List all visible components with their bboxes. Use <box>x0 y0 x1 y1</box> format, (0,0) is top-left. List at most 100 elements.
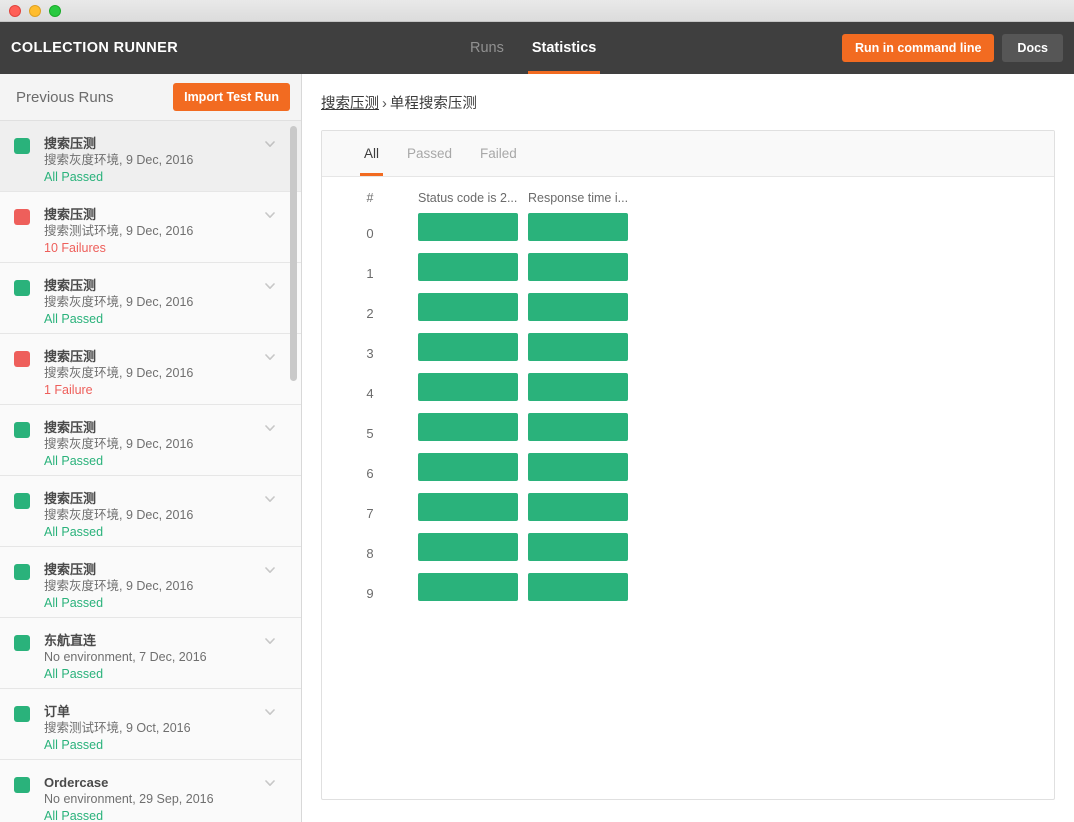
assertion-cell-response-time[interactable] <box>528 453 638 493</box>
table-row[interactable]: 4 <box>322 373 638 413</box>
table-row[interactable]: 7 <box>322 493 638 533</box>
results-filter-tabs: All Passed Failed <box>322 131 1054 177</box>
assertion-cell-response-time[interactable] <box>528 373 638 413</box>
nav-tab-runs[interactable]: Runs <box>470 22 504 74</box>
table-row[interactable]: 3 <box>322 333 638 373</box>
run-status-indicator <box>14 280 30 296</box>
row-index-cell: 8 <box>366 545 374 561</box>
breadcrumb: 搜索压测 › 单程搜索压测 <box>321 92 1074 113</box>
run-in-command-line-button[interactable]: Run in command line <box>842 34 995 62</box>
assertion-cell-response-time[interactable] <box>528 213 638 253</box>
collection-runner-window: COLLECTION RUNNER Runs Statistics Run in… <box>0 0 1074 822</box>
table-row[interactable]: 6 <box>322 453 638 493</box>
run-item-name: Ordercase <box>44 775 109 790</box>
breadcrumb-separator: › <box>382 96 387 112</box>
assertion-result-bar <box>418 493 518 521</box>
chevron-down-icon[interactable] <box>263 350 277 364</box>
run-list-item[interactable]: Ordercase No environment, 29 Sep, 2016 All… <box>0 760 301 822</box>
run-item-body: 搜索压测 搜索灰度环境, 9 Dec, 2016 All Passed <box>44 490 263 541</box>
assertion-cell-status-code[interactable] <box>418 293 528 333</box>
assertion-cell-response-time[interactable] <box>528 253 638 293</box>
assertion-cell-status-code[interactable] <box>418 413 528 453</box>
assertion-cell-response-time[interactable] <box>528 493 638 533</box>
assertion-cell-status-code[interactable] <box>418 493 528 533</box>
traffic-light-group <box>9 4 61 17</box>
assertion-result-bar <box>418 333 518 361</box>
assertion-result-bar <box>418 573 518 601</box>
assertion-cell-status-code[interactable] <box>418 213 528 253</box>
run-item-result: All Passed <box>44 525 104 539</box>
tab-all-label: All <box>364 146 380 161</box>
tab-failed[interactable]: Failed <box>466 131 531 176</box>
table-row[interactable]: 5 <box>322 413 638 453</box>
run-list-item[interactable]: 搜索压测 搜索灰度环境, 9 Dec, 2016 1 Failure <box>0 334 301 405</box>
run-status-indicator <box>14 422 30 438</box>
assertion-cell-response-time[interactable] <box>528 573 638 613</box>
chevron-down-icon[interactable] <box>263 492 277 506</box>
assertion-result-bar <box>418 213 518 241</box>
table-row[interactable]: 0 <box>322 213 638 253</box>
row-index-cell: 7 <box>366 505 374 521</box>
docs-button[interactable]: Docs <box>1002 34 1063 62</box>
assertion-cell-response-time[interactable] <box>528 333 638 373</box>
chevron-down-icon[interactable] <box>263 279 277 293</box>
run-item-meta: 搜索灰度环境, 9 Dec, 2016 <box>44 508 194 522</box>
run-list-item[interactable]: 搜索压测 搜索灰度环境, 9 Dec, 2016 All Passed <box>0 263 301 334</box>
chevron-down-icon[interactable] <box>263 208 277 222</box>
sidebar-scrollbar-track[interactable] <box>290 122 297 822</box>
chevron-down-icon[interactable] <box>263 776 277 790</box>
run-list-item[interactable]: 搜索压测 搜索测试环境, 9 Dec, 2016 10 Failures <box>0 192 301 263</box>
table-row[interactable]: 1 <box>322 253 638 293</box>
table-row[interactable]: 8 <box>322 533 638 573</box>
assertion-cell-status-code[interactable] <box>418 373 528 413</box>
assertion-cell-status-code[interactable] <box>418 533 528 573</box>
run-list-item[interactable]: 搜索压测搜索灰度环境, 9 Dec, 2016 All Passed <box>0 121 301 192</box>
run-list-item[interactable]: 订单 搜索测试环境, 9 Oct, 2016 All Passed <box>0 689 301 760</box>
nav-tab-statistics[interactable]: Statistics <box>527 22 601 74</box>
app-title: COLLECTION RUNNER <box>11 40 179 56</box>
close-window-icon[interactable] <box>9 4 21 17</box>
chevron-down-icon[interactable] <box>263 563 277 577</box>
assertion-result-bar <box>528 293 628 321</box>
assertion-cell-status-code[interactable] <box>418 453 528 493</box>
row-index-cell: 4 <box>366 385 374 401</box>
assertion-cell-response-time[interactable] <box>528 533 638 573</box>
run-item-result: 10 Failures <box>44 241 106 255</box>
chevron-down-icon[interactable] <box>263 137 277 151</box>
assertion-result-bar <box>528 333 628 361</box>
chevron-down-icon[interactable] <box>263 421 277 435</box>
chevron-down-icon[interactable] <box>263 705 277 719</box>
table-row[interactable]: 2 <box>322 293 638 333</box>
sidebar-scrollbar-thumb[interactable] <box>290 126 297 381</box>
run-list-item[interactable]: 搜索压测 搜索灰度环境, 9 Dec, 2016 All Passed <box>0 476 301 547</box>
run-item-meta: 搜索灰度环境, 9 Dec, 2016 <box>44 153 194 167</box>
tab-failed-label: Failed <box>480 146 517 161</box>
tab-all[interactable]: All <box>350 131 393 176</box>
run-list-item[interactable]: 搜索压测 搜索灰度环境, 9 Dec, 2016 All Passed <box>0 405 301 476</box>
breadcrumb-parent-link[interactable]: 搜索压测 <box>321 96 379 112</box>
previous-runs-list[interactable]: 搜索压测搜索灰度环境, 9 Dec, 2016 All Passed 搜索压测 搜索测… <box>0 121 301 822</box>
assertion-result-bar <box>418 253 518 281</box>
assertion-result-bar <box>528 373 628 401</box>
minimize-window-icon[interactable] <box>29 4 41 17</box>
assertion-cell-response-time[interactable] <box>528 293 638 333</box>
assertion-cell-status-code[interactable] <box>418 573 528 613</box>
run-item-name: 搜索压测 <box>44 136 97 151</box>
run-status-indicator <box>14 493 30 509</box>
run-item-result: All Passed <box>44 170 104 184</box>
chevron-down-icon[interactable] <box>263 634 277 648</box>
assertion-cell-response-time[interactable] <box>528 413 638 453</box>
maximize-window-icon[interactable] <box>49 4 61 17</box>
assertion-cell-status-code[interactable] <box>418 253 528 293</box>
header-nav: Runs Statistics <box>470 22 601 74</box>
main-content: 搜索压测 › 单程搜索压测 All Passed Failed # Status… <box>303 74 1074 822</box>
sidebar: Previous Runs Import Test Run 搜索压测 搜索灰度环境… <box>0 74 302 822</box>
run-item-meta: 搜索灰度环境, 9 Dec, 2016 <box>44 295 194 309</box>
table-row[interactable]: 9 <box>322 573 638 613</box>
import-test-run-button[interactable]: Import Test Run <box>173 83 290 111</box>
tab-passed[interactable]: Passed <box>393 131 466 176</box>
assertion-cell-status-code[interactable] <box>418 333 528 373</box>
run-item-body: 订单 搜索测试环境, 9 Oct, 2016 All Passed <box>44 703 263 754</box>
run-list-item[interactable]: 东航直连 No environment, 7 Dec, 2016 All Passe… <box>0 618 301 689</box>
run-list-item[interactable]: 搜索压测 搜索灰度环境, 9 Dec, 2016 All Passed <box>0 547 301 618</box>
